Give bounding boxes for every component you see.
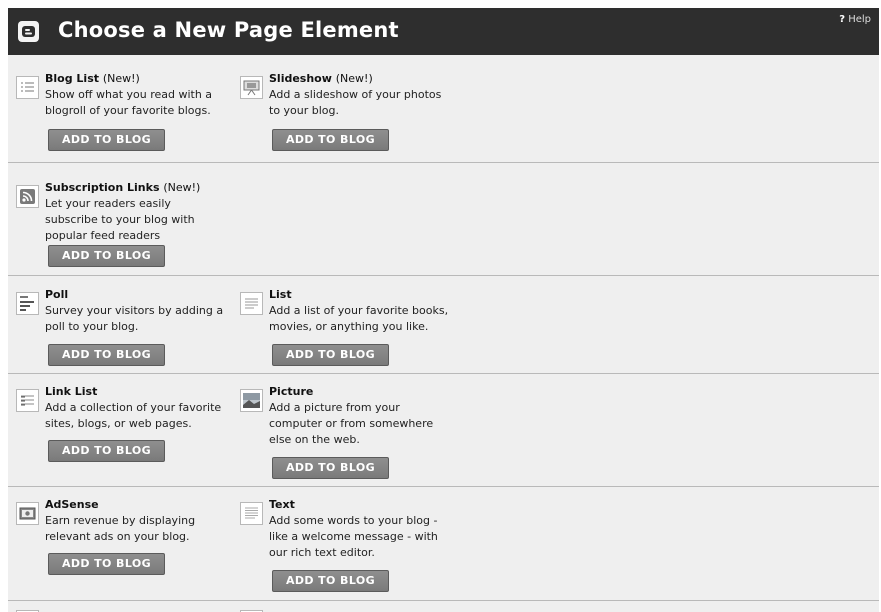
help-question-mark: ? bbox=[839, 14, 845, 25]
blog-list-icon bbox=[16, 76, 39, 99]
element-description: Add a slideshow of your photos to your b… bbox=[269, 88, 442, 117]
picture-icon bbox=[240, 389, 263, 412]
add-adsense-button[interactable]: ADD TO BLOG bbox=[48, 553, 165, 575]
add-subscription-links-button[interactable]: ADD TO BLOG bbox=[48, 245, 165, 267]
add-link-list-button[interactable]: ADD TO BLOG bbox=[48, 440, 165, 462]
element-title: Text bbox=[269, 498, 295, 511]
element-description: Add a picture from your computer or from… bbox=[269, 401, 434, 446]
rss-feed-icon bbox=[16, 185, 39, 208]
element-title: Picture bbox=[269, 385, 314, 398]
text-icon bbox=[240, 502, 263, 525]
element-row-2: Subscription Links (New!) Let your reade… bbox=[8, 163, 879, 276]
element-description: Let your readers easily subscribe to you… bbox=[45, 197, 195, 242]
element-description: Add some words to your blog - like a wel… bbox=[269, 514, 438, 559]
link-list-icon bbox=[16, 389, 39, 412]
element-row-6 bbox=[8, 601, 879, 612]
add-picture-button[interactable]: ADD TO BLOG bbox=[272, 457, 389, 479]
add-text-button[interactable]: ADD TO BLOG bbox=[272, 570, 389, 592]
blogger-logo-icon bbox=[18, 21, 39, 42]
element-title: Blog List (New!) bbox=[45, 72, 140, 85]
element-title: Link List bbox=[45, 385, 98, 398]
list-icon bbox=[240, 292, 263, 315]
element-row-5: AdSense Earn revenue by displaying relev… bbox=[8, 487, 879, 601]
element-title: Subscription Links (New!) bbox=[45, 181, 201, 194]
element-row-4: Link List Add a collection of your favor… bbox=[8, 374, 879, 487]
dialog-title: Choose a New Page Element bbox=[58, 18, 399, 42]
element-title: List bbox=[269, 288, 292, 301]
page-element-dialog: Choose a New Page Element ? Help Blog Li… bbox=[8, 8, 879, 612]
element-row-3: Poll Survey your visitors by adding a po… bbox=[8, 276, 879, 374]
poll-icon bbox=[16, 292, 39, 315]
element-description: Earn revenue by displaying relevant ads … bbox=[45, 514, 196, 543]
help-link[interactable]: ? Help bbox=[839, 14, 871, 25]
add-list-button[interactable]: ADD TO BLOG bbox=[272, 344, 389, 366]
dialog-header: Choose a New Page Element ? Help bbox=[8, 8, 879, 55]
add-poll-button[interactable]: ADD TO BLOG bbox=[48, 344, 165, 366]
element-description: Add a list of your favorite books, movie… bbox=[269, 304, 449, 333]
add-blog-list-button[interactable]: ADD TO BLOG bbox=[48, 129, 165, 151]
element-row-1: Blog List (New!) Show off what you read … bbox=[8, 55, 879, 163]
element-description: Survey your visitors by adding a poll to… bbox=[45, 304, 224, 333]
element-title: Poll bbox=[45, 288, 69, 301]
add-slideshow-button[interactable]: ADD TO BLOG bbox=[272, 129, 389, 151]
help-label: Help bbox=[848, 14, 871, 25]
adsense-icon bbox=[16, 502, 39, 525]
element-title: Slideshow (New!) bbox=[269, 72, 373, 85]
element-description: Show off what you read with a blogroll o… bbox=[45, 88, 213, 117]
element-description: Add a collection of your favorite sites,… bbox=[45, 401, 222, 430]
element-title: AdSense bbox=[45, 498, 99, 511]
slideshow-icon bbox=[240, 76, 263, 99]
